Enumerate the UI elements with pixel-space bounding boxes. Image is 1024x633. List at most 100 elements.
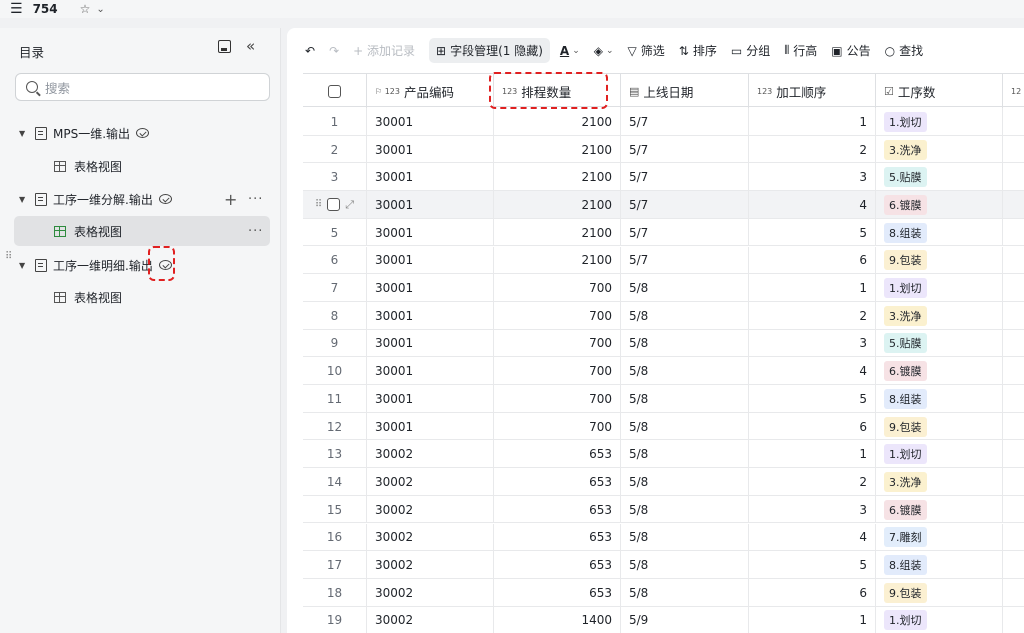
cell-process-count[interactable]: 1.划切 <box>875 440 1002 469</box>
table-row[interactable]: 10 30001 700 5/8 4 6.镀膜 <box>303 357 1024 385</box>
cell-process-order[interactable]: 3 <box>748 495 875 524</box>
table-row[interactable]: 17 30002 653 5/8 5 8.组装 <box>303 551 1024 579</box>
column-header-process-count[interactable]: ☑ 工序数 <box>875 74 1002 108</box>
cell-product-code[interactable]: 30001 <box>366 274 493 302</box>
cell-partial[interactable] <box>1002 191 1024 219</box>
search-input[interactable]: 搜索 <box>15 73 270 101</box>
table-row[interactable]: 6 30001 2100 5/7 6 9.包装 <box>303 246 1024 275</box>
cell-online-date[interactable]: 5/8 <box>620 440 748 469</box>
table-row[interactable]: 9 30001 700 5/8 3 5.贴膜 <box>303 329 1024 358</box>
cell-online-date[interactable]: 5/7 <box>620 218 748 247</box>
cell-process-count[interactable]: 3.洗净 <box>875 301 1002 330</box>
cell-process-count[interactable]: 9.包装 <box>875 578 1002 607</box>
caret-down-icon[interactable]: ▼ <box>19 129 31 138</box>
cell-schedule-qty[interactable]: 700 <box>493 357 620 385</box>
table-row[interactable]: 5 30001 2100 5/7 5 8.组装 <box>303 218 1024 247</box>
cell-product-code[interactable]: 30001 <box>366 218 493 247</box>
row-index[interactable]: 13 <box>303 440 366 468</box>
sidebar-item-process-breakdown[interactable]: ▼ 工序一维分解.输出 + ··· <box>0 184 281 214</box>
cell-schedule-qty[interactable]: 2100 <box>493 163 620 192</box>
cell-online-date[interactable]: 5/8 <box>620 495 748 524</box>
cell-process-order[interactable]: 4 <box>748 191 875 219</box>
row-index[interactable]: 19 <box>303 607 366 633</box>
cell-partial[interactable] <box>1002 218 1024 247</box>
cell-schedule-qty[interactable]: 2100 <box>493 135 620 164</box>
table-row[interactable]: 13 30002 653 5/8 1 1.划切 <box>303 440 1024 469</box>
cell-online-date[interactable]: 5/9 <box>620 606 748 633</box>
caret-down-icon[interactable]: ▼ <box>19 261 31 270</box>
cell-product-code[interactable]: 30001 <box>366 135 493 164</box>
cell-process-count[interactable]: 1.划切 <box>875 274 1002 302</box>
column-header-partial[interactable]: 12 <box>1002 74 1024 108</box>
cell-partial[interactable] <box>1002 135 1024 164</box>
sidebar-item-process-detail[interactable]: ▼ 工序一维明细.输出 <box>0 250 281 280</box>
cell-process-count[interactable]: 5.贴膜 <box>875 163 1002 192</box>
cell-schedule-qty[interactable]: 700 <box>493 274 620 302</box>
field-manage-button[interactable]: ⊞ 字段管理(1 隐藏) <box>429 38 550 63</box>
cell-partial[interactable] <box>1002 301 1024 330</box>
cell-process-count[interactable]: 6.镀膜 <box>875 357 1002 385</box>
row-index[interactable]: 5 <box>303 219 366 247</box>
cell-schedule-qty[interactable]: 700 <box>493 385 620 413</box>
cell-process-count[interactable]: 8.组装 <box>875 385 1002 413</box>
cell-partial[interactable] <box>1002 523 1024 552</box>
row-index[interactable]: 7 <box>303 274 366 302</box>
row-index[interactable]: 9 <box>303 330 366 358</box>
cell-product-code[interactable]: 30001 <box>366 301 493 330</box>
cell-process-count[interactable]: 3.洗净 <box>875 135 1002 164</box>
panel-icon[interactable] <box>218 40 231 53</box>
column-header-process-order[interactable]: 123 加工顺序 <box>748 74 875 108</box>
collapse-sidebar-icon[interactable]: « <box>246 37 255 55</box>
cell-online-date[interactable]: 5/7 <box>620 108 748 136</box>
sidebar-item-view[interactable]: 表格视图 <box>0 151 281 181</box>
cell-schedule-qty[interactable]: 653 <box>493 468 620 496</box>
more-icon[interactable]: ··· <box>248 192 263 207</box>
doc-title[interactable]: 754 <box>33 2 58 16</box>
undo-button[interactable]: ↶ <box>305 44 315 58</box>
sidebar-item-view-active[interactable]: 表格视图 ··· <box>14 216 270 246</box>
cell-process-count[interactable]: 8.组装 <box>875 218 1002 247</box>
cell-online-date[interactable]: 5/8 <box>620 578 748 607</box>
cell-product-code[interactable]: 30001 <box>366 412 493 441</box>
cell-product-code[interactable]: 30002 <box>366 551 493 579</box>
row-height-button[interactable]: ⫴ 行高 <box>784 42 817 59</box>
more-icon[interactable]: ··· <box>248 224 263 239</box>
cell-product-code[interactable]: 30002 <box>366 468 493 496</box>
cell-process-order[interactable]: 4 <box>748 523 875 552</box>
cell-product-code[interactable]: 30002 <box>366 606 493 633</box>
cell-product-code[interactable]: 30001 <box>366 246 493 275</box>
cell-process-order[interactable]: 1 <box>748 606 875 633</box>
filter-button[interactable]: ▽ 筛选 <box>628 42 665 59</box>
cell-schedule-qty[interactable]: 1400 <box>493 606 620 633</box>
table-row[interactable]: 3 30001 2100 5/7 3 5.贴膜 <box>303 163 1024 192</box>
cell-schedule-qty[interactable]: 653 <box>493 551 620 579</box>
cell-product-code[interactable]: 30001 <box>366 163 493 192</box>
cell-schedule-qty[interactable]: 700 <box>493 329 620 358</box>
cell-process-count[interactable]: 1.划切 <box>875 108 1002 136</box>
cell-online-date[interactable]: 5/8 <box>620 329 748 358</box>
cell-partial[interactable] <box>1002 495 1024 524</box>
cell-online-date[interactable]: 5/8 <box>620 274 748 302</box>
cell-process-order[interactable]: 1 <box>748 440 875 469</box>
drag-handle-icon[interactable]: ⠿ <box>315 199 322 210</box>
cell-online-date[interactable]: 5/7 <box>620 135 748 164</box>
row-index[interactable]: 15 <box>303 496 366 524</box>
cell-process-order[interactable]: 2 <box>748 301 875 330</box>
cell-process-order[interactable]: 1 <box>748 108 875 136</box>
table-row[interactable]: 8 30001 700 5/8 2 3.洗净 <box>303 301 1024 330</box>
row-index[interactable]: 8 <box>303 302 366 330</box>
cell-schedule-qty[interactable]: 653 <box>493 440 620 469</box>
cell-process-order[interactable]: 1 <box>748 274 875 302</box>
cell-process-order[interactable]: 5 <box>748 218 875 247</box>
cell-process-count[interactable]: 1.划切 <box>875 606 1002 633</box>
cell-partial[interactable] <box>1002 468 1024 496</box>
cell-schedule-qty[interactable]: 2100 <box>493 191 620 219</box>
table-row[interactable]: 15 30002 653 5/8 3 6.镀膜 <box>303 495 1024 524</box>
notice-button[interactable]: ▣ 公告 <box>831 42 870 59</box>
sort-button[interactable]: ⇅ 排序 <box>679 42 717 59</box>
cell-partial[interactable] <box>1002 606 1024 633</box>
table-row[interactable]: 14 30002 653 5/8 2 3.洗净 <box>303 468 1024 496</box>
cell-schedule-qty[interactable]: 700 <box>493 412 620 441</box>
cell-schedule-qty[interactable]: 2100 <box>493 246 620 275</box>
cell-product-code[interactable]: 30001 <box>366 108 493 136</box>
